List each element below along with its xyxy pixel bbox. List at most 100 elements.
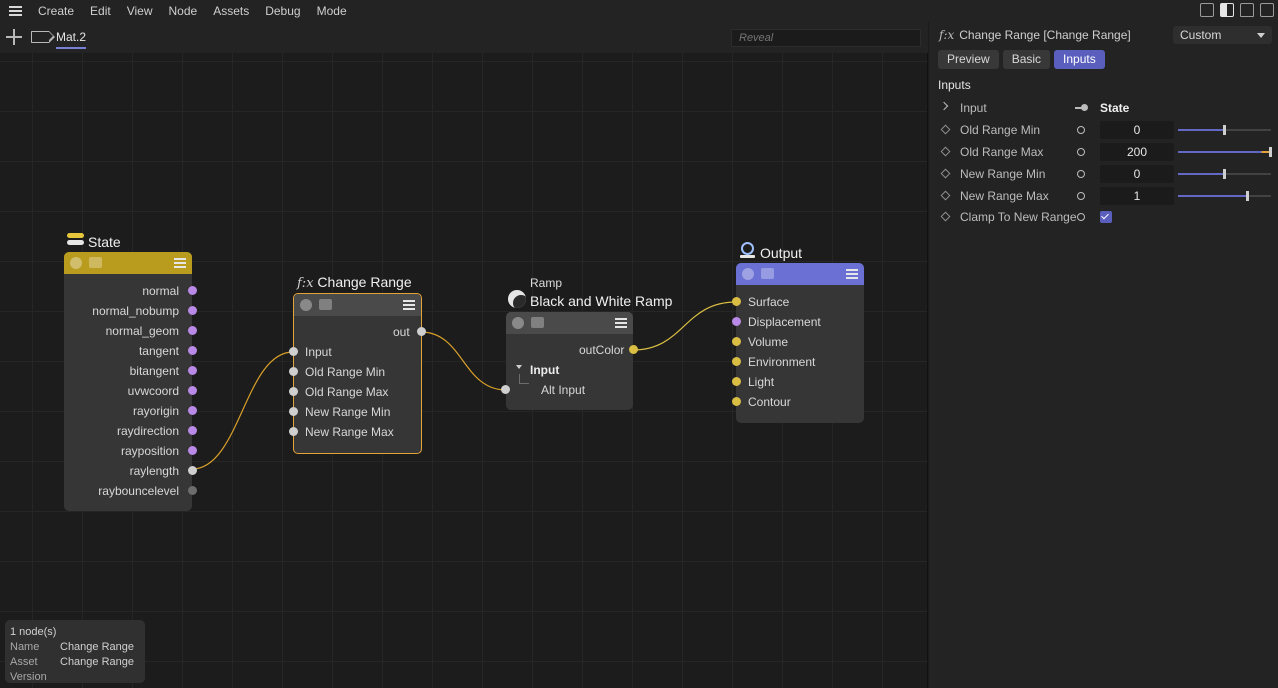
node-menu-icon[interactable] <box>846 269 858 279</box>
param-new-range-min[interactable]: New Range Min 0 <box>929 164 1278 184</box>
port-old-range-max-dot[interactable] <box>289 387 298 396</box>
port-normal_geom-dot[interactable] <box>188 326 197 335</box>
layout-left-icon[interactable] <box>1200 3 1214 17</box>
menu-mode[interactable]: Mode <box>309 0 355 22</box>
tab-preview[interactable]: Preview <box>938 50 999 69</box>
port-ring-icon[interactable] <box>1077 170 1085 178</box>
port-old-range-min: Old Range Min <box>305 365 386 379</box>
port-new-range-min-dot[interactable] <box>289 407 298 416</box>
slider-thumb[interactable] <box>1223 125 1226 135</box>
port-old-range-min-dot[interactable] <box>289 367 298 376</box>
port-outcolor-dot[interactable] <box>629 345 638 354</box>
value-slider[interactable] <box>1178 147 1272 157</box>
port-raybouncelevel-dot[interactable] <box>188 486 197 495</box>
port-uvwcoord-dot[interactable] <box>188 386 197 395</box>
change-range-node-header[interactable] <box>294 294 421 316</box>
port-normal-dot[interactable] <box>188 286 197 295</box>
group-input[interactable]: Input <box>530 363 559 377</box>
port-input-dot[interactable] <box>289 347 298 356</box>
output-node-header[interactable] <box>736 263 864 285</box>
port-bitangent: bitangent <box>129 364 179 378</box>
menu-view[interactable]: View <box>119 0 161 22</box>
node-graph-canvas[interactable]: State normal normal_nobump normal_geom tang… <box>0 53 928 688</box>
port-ring-icon[interactable] <box>1077 213 1085 221</box>
keyframe-icon[interactable] <box>940 211 951 222</box>
slider-thumb[interactable] <box>1223 169 1226 179</box>
port-new-range-min: New Range Min <box>305 405 391 419</box>
param-old-range-min[interactable]: Old Range Min 0 <box>929 120 1278 140</box>
menu-edit[interactable]: Edit <box>82 0 119 22</box>
port-ring-icon[interactable] <box>1077 126 1085 134</box>
info-name-value: Change Range <box>60 641 135 653</box>
tab-material[interactable]: Mat.2 <box>56 30 87 49</box>
hamburger-menu-icon[interactable] <box>0 0 30 22</box>
param-new-range-max[interactable]: New Range Max 1 <box>929 186 1278 206</box>
port-raydirection: raydirection <box>116 424 179 438</box>
port-raylength-dot[interactable] <box>188 466 197 475</box>
value-slider[interactable] <box>1178 191 1271 201</box>
value-slider[interactable] <box>1178 125 1271 135</box>
menu-create[interactable]: Create <box>30 0 82 22</box>
chevron-right-icon[interactable] <box>939 101 949 111</box>
group-bracket <box>519 374 529 384</box>
param-input[interactable]: Input State <box>929 98 1278 118</box>
menu-debug[interactable]: Debug <box>257 0 308 22</box>
popout-icon[interactable] <box>1260 3 1274 17</box>
layout-right-icon[interactable] <box>1220 3 1234 17</box>
node-menu-icon[interactable] <box>615 318 627 328</box>
slider-thumb[interactable] <box>1246 191 1249 201</box>
link-icon[interactable] <box>1075 104 1088 110</box>
menu-node[interactable]: Node <box>161 0 206 22</box>
port-rayorigin-dot[interactable] <box>188 406 197 415</box>
value-field[interactable]: 1 <box>1100 187 1174 205</box>
ramp-node-header[interactable] <box>506 312 633 334</box>
port-bitangent-dot[interactable] <box>188 366 197 375</box>
tab-inputs[interactable]: Inputs <box>1054 50 1105 69</box>
slider-thumb[interactable] <box>1269 147 1272 157</box>
param-old-range-max[interactable]: Old Range Max 200 <box>929 142 1278 162</box>
port-light-dot[interactable] <box>732 377 741 386</box>
port-ring-icon[interactable] <box>1077 148 1085 156</box>
port-ring-icon[interactable] <box>1077 192 1085 200</box>
wire-raylength-to-input <box>191 351 294 470</box>
reveal-search-input[interactable] <box>731 29 921 47</box>
port-uvwcoord: uvwcoord <box>127 384 179 398</box>
state-node-title: State <box>88 234 121 250</box>
node-menu-icon[interactable] <box>174 258 186 268</box>
param-clamp[interactable]: Clamp To New Range <box>929 207 1278 227</box>
tag-icon[interactable] <box>31 30 55 43</box>
lock-icon[interactable] <box>1240 3 1254 17</box>
preview-icon <box>531 317 544 328</box>
menu-assets[interactable]: Assets <box>205 0 257 22</box>
keyframe-icon[interactable] <box>940 146 951 157</box>
port-contour-dot[interactable] <box>732 397 741 406</box>
port-environment-dot[interactable] <box>732 357 741 366</box>
preset-select[interactable]: Custom <box>1173 26 1272 44</box>
value-field[interactable]: 200 <box>1100 143 1174 161</box>
keyframe-icon[interactable] <box>940 168 951 179</box>
port-out-dot[interactable] <box>417 327 426 336</box>
keyframe-icon[interactable] <box>940 124 951 135</box>
port-surface-dot[interactable] <box>732 297 741 306</box>
port-rayposition-dot[interactable] <box>188 446 197 455</box>
add-icon[interactable] <box>6 29 22 45</box>
port-alt-input-dot[interactable] <box>501 385 510 394</box>
value-field[interactable]: 0 <box>1100 121 1174 139</box>
preview-icon <box>319 299 332 310</box>
ramp-node-title: Black and White Ramp <box>530 293 673 309</box>
state-node-header[interactable] <box>64 252 192 274</box>
port-normal_nobump-dot[interactable] <box>188 306 197 315</box>
graph-tab-row: Mat.2 <box>0 22 928 53</box>
port-tangent-dot[interactable] <box>188 346 197 355</box>
value-field[interactable]: 0 <box>1100 165 1174 183</box>
port-volume-dot[interactable] <box>732 337 741 346</box>
value-slider[interactable] <box>1178 169 1271 179</box>
keyframe-icon[interactable] <box>940 190 951 201</box>
port-new-range-max-dot[interactable] <box>289 427 298 436</box>
clamp-checkbox[interactable] <box>1100 211 1112 223</box>
tab-basic[interactable]: Basic <box>1002 50 1051 69</box>
node-menu-icon[interactable] <box>403 300 415 310</box>
group-chevron-icon[interactable] <box>516 365 522 369</box>
port-raydirection-dot[interactable] <box>188 426 197 435</box>
port-displacement-dot[interactable] <box>732 317 741 326</box>
